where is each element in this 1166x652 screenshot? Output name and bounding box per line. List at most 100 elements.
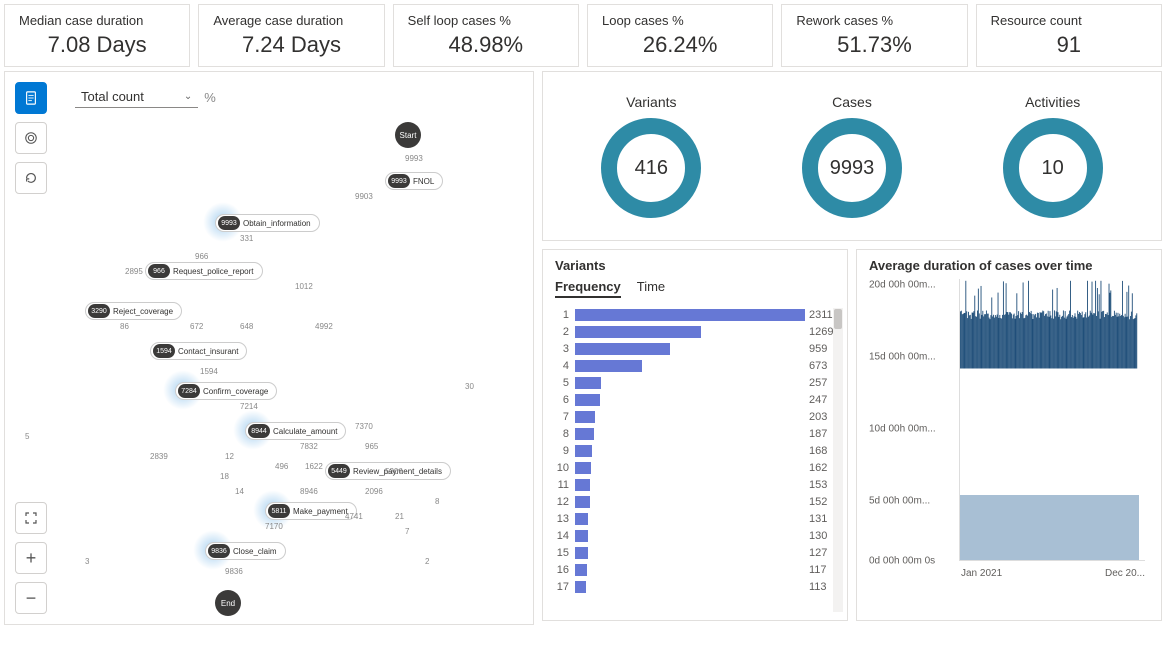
metric-suffix: % xyxy=(204,90,216,105)
edge-label: 4992 xyxy=(315,322,333,331)
kpi-label: Loop cases % xyxy=(602,13,758,28)
variant-row[interactable]: 10162 xyxy=(555,459,835,476)
refresh-button[interactable] xyxy=(15,162,47,194)
edge-label: 9903 xyxy=(355,192,373,201)
variant-value: 130 xyxy=(805,530,827,542)
variant-row[interactable]: 21269 xyxy=(555,323,835,340)
variant-row[interactable]: 1 2311 xyxy=(555,306,835,323)
node-label: Obtain_information xyxy=(243,219,311,228)
target-icon xyxy=(24,131,38,145)
variant-bar xyxy=(575,479,590,491)
scrollbar[interactable] xyxy=(833,308,843,612)
graph-node-contact[interactable]: 1594Contact_insurant xyxy=(150,342,247,360)
edge-label: 965 xyxy=(365,442,378,451)
graph-node-obtain[interactable]: 9993Obtain_information xyxy=(215,214,320,232)
edge-label: 7370 xyxy=(355,422,373,431)
variant-value: 257 xyxy=(805,377,827,389)
graph-end-node[interactable]: End xyxy=(215,590,241,616)
variant-row[interactable]: 7203 xyxy=(555,408,835,425)
variant-row[interactable]: 9168 xyxy=(555,442,835,459)
variant-index: 12 xyxy=(555,496,575,508)
edge-label: 5306 xyxy=(385,467,403,476)
variant-bar-list[interactable]: 1231121269395946735257624772038187916810… xyxy=(555,306,835,616)
tab-time[interactable]: Time xyxy=(637,279,665,298)
variant-row[interactable]: 6247 xyxy=(555,391,835,408)
variant-bar xyxy=(575,564,587,576)
variant-index: 9 xyxy=(555,445,575,457)
metric-dropdown[interactable]: Total count ⌄ xyxy=(75,86,198,108)
node-label: FNOL xyxy=(413,177,434,186)
donut-label: Variants xyxy=(551,94,752,110)
variant-bar xyxy=(575,513,588,525)
variant-row[interactable]: 5257 xyxy=(555,374,835,391)
variant-row[interactable]: 16 117 xyxy=(555,561,835,578)
edge-label: 12 xyxy=(225,452,234,461)
graph-node-close[interactable]: 9836Close_claim xyxy=(205,542,286,560)
graph-node-confirm[interactable]: 7284Confirm_coverage xyxy=(175,382,277,400)
variant-value: 152 xyxy=(805,496,827,508)
variant-value: 2311 xyxy=(805,309,833,321)
edge-label: 672 xyxy=(190,322,203,331)
variant-bar xyxy=(575,428,594,440)
edge-label: 2839 xyxy=(150,452,168,461)
edge-label: 1622 xyxy=(305,462,323,471)
zoom-in-button[interactable]: + xyxy=(15,542,47,574)
variant-row[interactable]: 11153 xyxy=(555,476,835,493)
graph-node-request[interactable]: 966Request_police_report xyxy=(145,262,263,280)
variant-index: 17 xyxy=(555,581,575,593)
variant-index: 6 xyxy=(555,394,575,406)
variant-value: 187 xyxy=(805,428,827,440)
graph-start-node[interactable]: Start xyxy=(395,122,421,148)
variant-row[interactable]: 12 152 xyxy=(555,493,835,510)
variant-bar xyxy=(575,496,590,508)
tab-frequency[interactable]: Frequency xyxy=(555,279,621,298)
node-label: Contact_insurant xyxy=(178,347,238,356)
fullscreen-button[interactable] xyxy=(15,502,47,534)
map-view-button[interactable] xyxy=(15,82,47,114)
edge-label: 7 xyxy=(405,527,409,536)
graph-node-fnol[interactable]: 9993FNOL xyxy=(385,172,443,190)
duration-panel: Average duration of cases over time 20d … xyxy=(856,249,1162,621)
target-button[interactable] xyxy=(15,122,47,154)
variant-index: 16 xyxy=(555,564,575,576)
graph-node-make[interactable]: 5811Make_payment xyxy=(265,502,357,520)
kpi-value: 48.98% xyxy=(408,32,564,58)
node-badge: 9993 xyxy=(388,174,410,188)
kpi-card: Self loop cases %48.98% xyxy=(393,4,579,67)
edge-label: 648 xyxy=(240,322,253,331)
variant-bar xyxy=(575,394,600,406)
variant-row[interactable]: 17113 xyxy=(555,578,835,595)
fullscreen-icon xyxy=(25,512,37,524)
variant-index: 15 xyxy=(555,547,575,559)
zoom-out-button[interactable]: − xyxy=(15,582,47,614)
variant-value: 117 xyxy=(805,564,827,576)
kpi-card: Rework cases %51.73% xyxy=(781,4,967,67)
process-graph[interactable]: StartEnd9993FNOL9993Obtain_information96… xyxy=(65,122,523,614)
node-badge: 8944 xyxy=(248,424,270,438)
graph-node-calculate[interactable]: 8944Calculate_amount xyxy=(245,422,346,440)
variant-row[interactable]: 15127 xyxy=(555,544,835,561)
graph-node-reject[interactable]: 3290Reject_coverage xyxy=(85,302,182,320)
edge-label: 496 xyxy=(275,462,288,471)
node-label: Reject_coverage xyxy=(113,307,173,316)
variant-row[interactable]: 3959 xyxy=(555,340,835,357)
panel-title: Variants xyxy=(555,258,835,273)
variant-row[interactable]: 4673 xyxy=(555,357,835,374)
variant-row[interactable]: 8187 xyxy=(555,425,835,442)
metric-value: Total count xyxy=(81,89,144,104)
variant-bar xyxy=(575,326,701,338)
panel-title: Average duration of cases over time xyxy=(869,258,1149,273)
variant-index: 1 xyxy=(555,309,575,321)
edge-label: 2096 xyxy=(365,487,383,496)
edge-label: 9836 xyxy=(225,567,243,576)
kpi-card: Resource count91 xyxy=(976,4,1162,67)
process-map-panel: Total count ⌄ % + − StartEnd9993FNOL9993… xyxy=(4,71,534,625)
kpi-label: Resource count xyxy=(991,13,1147,28)
edge-label: 1012 xyxy=(295,282,313,291)
edge-label: 3 xyxy=(85,557,89,566)
variant-index: 2 xyxy=(555,326,575,338)
variant-value: 203 xyxy=(805,411,827,423)
variant-row[interactable]: 13131 xyxy=(555,510,835,527)
variant-row[interactable]: 14130 xyxy=(555,527,835,544)
time-chart[interactable]: 20d 00h 00m... 15d 00h 00m... 10d 00h 00… xyxy=(869,279,1149,579)
